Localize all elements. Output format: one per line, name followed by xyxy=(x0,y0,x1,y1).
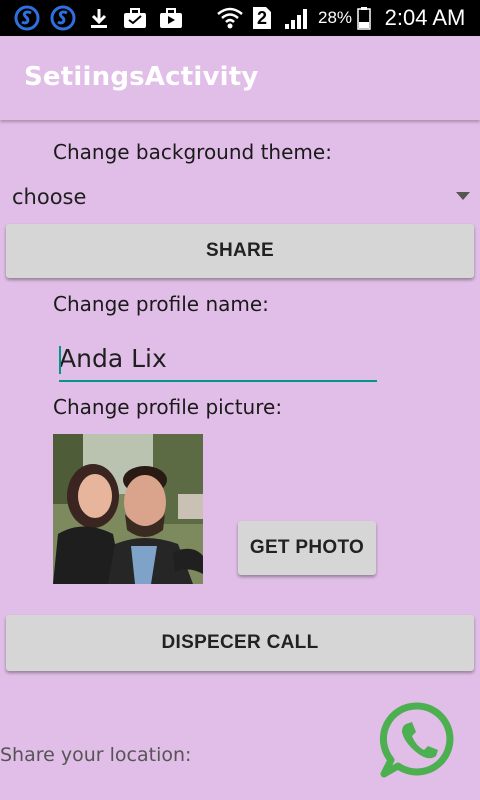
dropdown-arrow-icon xyxy=(456,192,470,200)
whatsapp-icon[interactable] xyxy=(378,700,458,780)
sim-slot-number: 2 xyxy=(256,7,267,28)
dispecer-call-button[interactable]: DISPECER CALL xyxy=(6,615,474,671)
share-button[interactable]: SHARE xyxy=(6,224,474,278)
battery-percent: 28% xyxy=(317,8,353,27)
get-photo-button[interactable]: GET PHOTO xyxy=(238,521,376,575)
download-icon xyxy=(88,4,110,32)
signal-icon xyxy=(284,4,310,32)
theme-spinner[interactable]: choose xyxy=(0,178,480,218)
profile-name-value: Anda Lix xyxy=(59,344,167,373)
battery-icon xyxy=(356,4,372,32)
profile-picture-label: Change profile picture: xyxy=(53,395,283,419)
text-cursor xyxy=(59,346,61,374)
status-bar: 2 28% 2:04 AM xyxy=(0,0,480,36)
s-app-icon xyxy=(50,4,76,32)
briefcase-icon xyxy=(122,4,148,32)
briefcase-icon xyxy=(158,4,184,32)
theme-spinner-value: choose xyxy=(12,185,87,209)
page-title: SetiingsActivity xyxy=(24,62,259,92)
profile-name-field[interactable]: Anda Lix xyxy=(59,340,377,382)
profile-name-label: Change profile name: xyxy=(53,292,269,316)
clock: 2:04 AM xyxy=(384,5,466,30)
profile-photo xyxy=(53,434,203,584)
share-location-label: Share your location: xyxy=(0,744,192,766)
wifi-icon xyxy=(216,4,244,32)
s-app-icon xyxy=(14,4,40,32)
action-bar: SetiingsActivity xyxy=(0,36,480,120)
theme-label: Change background theme: xyxy=(53,140,332,164)
